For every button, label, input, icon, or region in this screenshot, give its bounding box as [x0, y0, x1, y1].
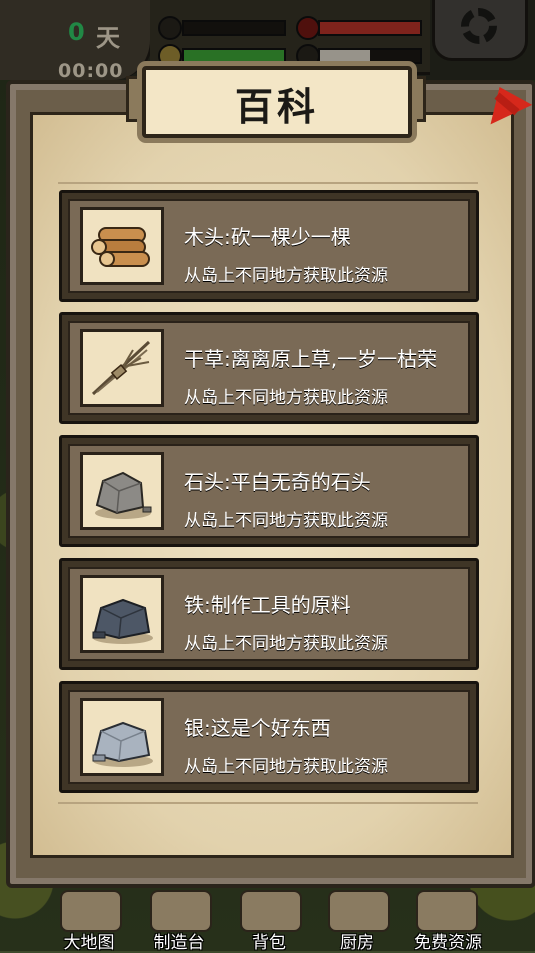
title-banner: 百科 — [142, 66, 412, 138]
bottom-nav: 大地图 制造台 背包 厨房 免费资源 — [0, 880, 535, 953]
item-title: 银:这是个好东西 — [184, 716, 331, 740]
item-title: 干草:离离原上草,一岁一枯荣 — [184, 347, 438, 371]
divider — [58, 182, 478, 184]
nav-label: 免费资源 — [414, 933, 482, 953]
map-icon — [60, 890, 122, 932]
encyclopedia-item-stone[interactable]: 石头:平白无奇的石头 从岛上不同地方获取此资源 — [59, 435, 479, 547]
nav-map-button[interactable]: 大地图 — [46, 888, 132, 953]
nav-free-resources-button[interactable]: 免费资源 — [402, 888, 494, 953]
item-subtitle: 从岛上不同地方获取此资源 — [184, 511, 388, 531]
nav-label: 厨房 — [340, 933, 374, 953]
item-subtitle: 从岛上不同地方获取此资源 — [184, 757, 388, 777]
stone-icon — [80, 452, 164, 530]
item-title: 铁:制作工具的原料 — [184, 593, 351, 617]
encyclopedia-item-wood[interactable]: 木头:砍一棵少一棵 从岛上不同地方获取此资源 — [59, 190, 479, 302]
treasure-chest-icon — [416, 890, 478, 932]
iron-ore-icon — [80, 575, 164, 653]
kitchen-pot-icon — [328, 890, 390, 932]
nav-label: 背包 — [252, 933, 286, 953]
item-title: 木头:砍一棵少一棵 — [184, 225, 351, 249]
close-button[interactable] — [474, 77, 533, 132]
wood-logs-icon — [80, 207, 164, 285]
nav-kitchen-button[interactable]: 厨房 — [314, 888, 400, 953]
item-subtitle: 从岛上不同地方获取此资源 — [184, 388, 388, 408]
divider — [58, 802, 478, 804]
nav-workbench-button[interactable]: 制造台 — [136, 888, 222, 953]
dry-grass-icon — [80, 329, 164, 407]
encyclopedia-item-iron[interactable]: 铁:制作工具的原料 从岛上不同地方获取此资源 — [59, 558, 479, 670]
workbench-icon — [150, 890, 212, 932]
encyclopedia-item-silver[interactable]: 银:这是个好东西 从岛上不同地方获取此资源 — [59, 681, 479, 793]
item-title: 石头:平白无奇的石头 — [184, 470, 371, 494]
item-subtitle: 从岛上不同地方获取此资源 — [184, 634, 388, 654]
nav-label: 制造台 — [153, 933, 205, 953]
nav-label: 大地图 — [63, 933, 115, 953]
silver-ore-icon — [80, 698, 164, 776]
dialog-title: 百科 — [234, 85, 319, 129]
backpack-icon — [240, 890, 302, 932]
item-subtitle: 从岛上不同地方获取此资源 — [184, 266, 388, 286]
nav-backpack-button[interactable]: 背包 — [226, 888, 312, 953]
encyclopedia-item-dry-grass[interactable]: 干草:离离原上草,一岁一枯荣 从岛上不同地方获取此资源 — [59, 312, 479, 424]
